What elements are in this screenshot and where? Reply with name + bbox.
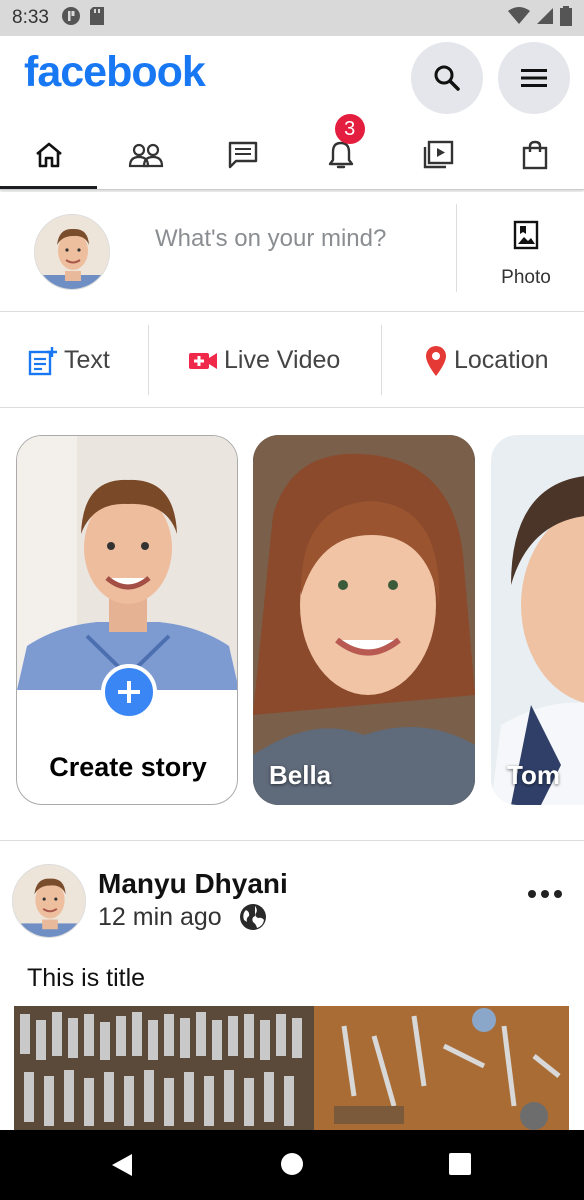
- add-story-button[interactable]: [101, 664, 157, 720]
- globe-icon: [239, 904, 266, 930]
- back-icon[interactable]: [110, 1152, 134, 1178]
- sd-card-icon: [89, 6, 105, 31]
- hamburger-menu-icon: [521, 69, 547, 87]
- composer-divider: [456, 204, 457, 292]
- action-divider: [381, 325, 382, 395]
- whats-on-your-mind-input[interactable]: What's on your mind?: [155, 225, 386, 253]
- live-video-label: Live Video: [224, 346, 341, 374]
- story-image: [253, 435, 475, 805]
- tab-friends[interactable]: [97, 120, 194, 189]
- text-post-icon: [28, 346, 58, 376]
- create-story-label: Create story: [49, 752, 207, 782]
- post-meta: 12 min ago: [98, 902, 268, 932]
- facebook-logo: facebook: [24, 48, 206, 96]
- bell-icon: [328, 141, 353, 168]
- tab-messages[interactable]: [195, 120, 292, 189]
- status-bar: 8:33: [0, 0, 584, 36]
- system-navigation-bar: [0, 1130, 584, 1200]
- live-video-icon: [188, 350, 218, 372]
- post-title: This is title: [27, 964, 146, 992]
- more-dot: [554, 890, 562, 898]
- tab-marketplace[interactable]: [487, 120, 584, 189]
- post-image[interactable]: [14, 1006, 569, 1130]
- action-divider: [148, 325, 149, 395]
- story-card[interactable]: Bella: [253, 435, 475, 805]
- text-post-button[interactable]: Text: [28, 313, 110, 408]
- photo-label: Photo: [501, 267, 551, 288]
- post-composer: What's on your mind? Photo: [0, 192, 584, 312]
- cellular-signal-icon: [536, 7, 554, 30]
- photo-icon: [513, 220, 539, 250]
- photo-button[interactable]: Photo: [470, 220, 582, 289]
- tab-watch[interactable]: [389, 120, 486, 189]
- post-author-name[interactable]: Manyu Dhyani: [98, 868, 288, 900]
- story-card[interactable]: Tom: [491, 435, 584, 805]
- location-pin-icon: [424, 345, 448, 377]
- message-icon: [229, 141, 258, 168]
- home-icon: [35, 142, 62, 167]
- app-header: facebook: [0, 36, 584, 120]
- app-notification-icon: [61, 6, 81, 31]
- menu-button[interactable]: [498, 42, 570, 114]
- tab-home[interactable]: [0, 120, 98, 189]
- composer-actions: Text Live Video Location: [0, 313, 584, 408]
- tab-notifications[interactable]: 3: [292, 114, 389, 189]
- location-button[interactable]: Location: [424, 313, 549, 408]
- post-timestamp: 12 min ago: [98, 902, 222, 931]
- stories-carousel[interactable]: Create story Bella Tom: [0, 409, 584, 841]
- live-video-button[interactable]: Live Video: [188, 313, 340, 408]
- search-icon: [434, 65, 460, 91]
- user-avatar[interactable]: [34, 214, 110, 290]
- wifi-icon: [508, 6, 530, 30]
- more-dot: [541, 890, 549, 898]
- status-time: 8:33: [12, 7, 49, 28]
- post-options-button[interactable]: [528, 890, 562, 898]
- story-author-name: Tom: [507, 760, 560, 790]
- feed-post: Manyu Dhyani 12 min ago This is title: [0, 842, 584, 1130]
- battery-icon: [560, 5, 572, 31]
- location-label: Location: [454, 346, 549, 374]
- search-button[interactable]: [411, 42, 483, 114]
- home-circle-icon[interactable]: [280, 1152, 304, 1176]
- post-author-avatar[interactable]: [12, 864, 86, 938]
- main-tab-bar: 3: [0, 114, 584, 190]
- shopping-bag-icon: [523, 140, 548, 169]
- notification-badge: 3: [334, 114, 365, 144]
- recents-icon[interactable]: [449, 1153, 471, 1175]
- story-image: [491, 435, 584, 805]
- video-icon: [423, 140, 454, 168]
- more-dot: [528, 890, 536, 898]
- create-story-photo: [17, 436, 237, 690]
- create-story-card[interactable]: Create story: [16, 435, 238, 805]
- story-author-name: Bella: [269, 760, 332, 790]
- plus-icon: [118, 681, 140, 703]
- text-post-label: Text: [64, 346, 110, 374]
- friends-icon: [128, 143, 164, 167]
